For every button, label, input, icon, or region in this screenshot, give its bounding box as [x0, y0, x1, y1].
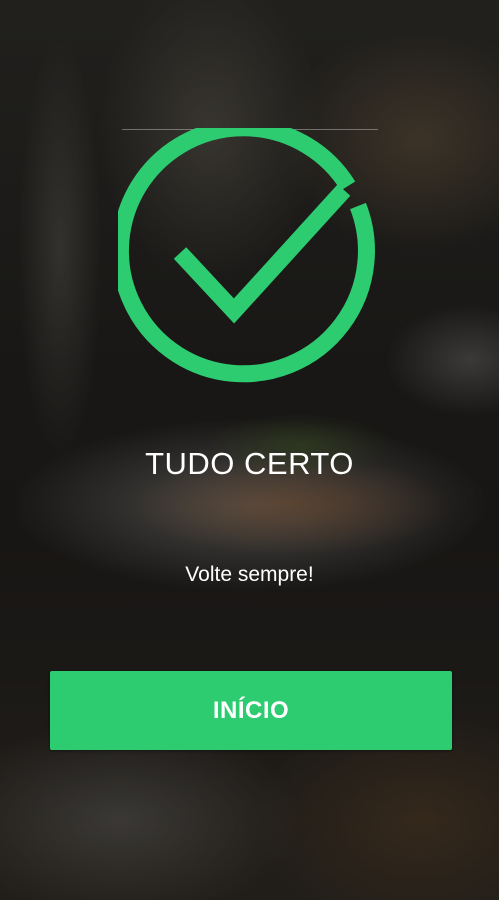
check-circle-icon	[118, 128, 375, 383]
success-screen: TUDO CERTO Volte sempre! INÍCIO	[0, 0, 499, 900]
success-message: Volte sempre!	[185, 563, 314, 586]
success-title: TUDO CERTO	[145, 446, 354, 481]
start-button[interactable]: INÍCIO	[50, 671, 452, 750]
